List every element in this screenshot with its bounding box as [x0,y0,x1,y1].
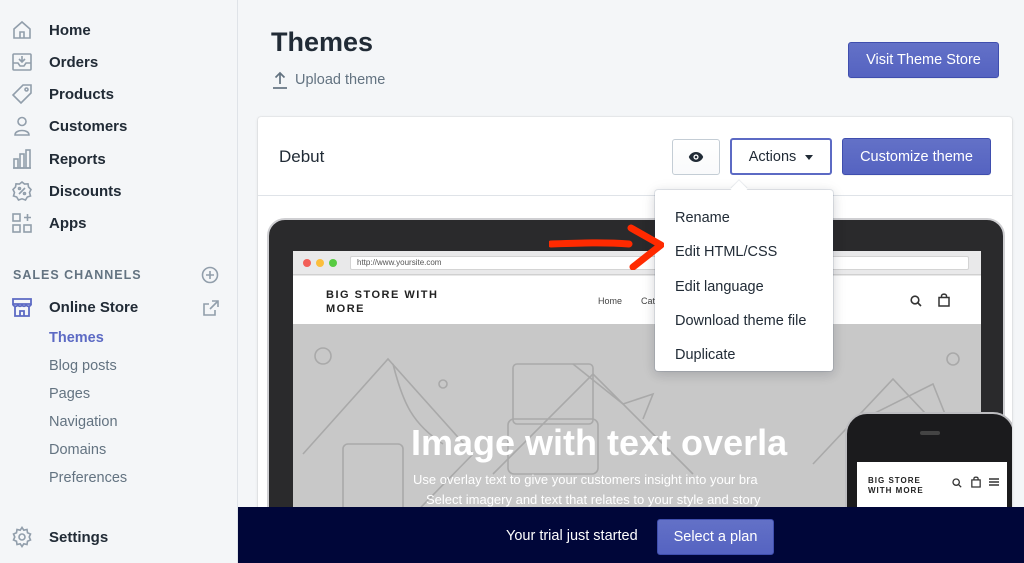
external-link-icon[interactable] [202,299,220,317]
phone-speaker [920,431,940,435]
sidebar-sub-domains[interactable]: Domains [49,442,106,458]
card-divider [258,195,1012,196]
maximize-dot-icon [329,259,337,267]
sidebar-item-customers[interactable]: Customers [0,111,238,141]
sidebar-item-discounts[interactable]: Discounts [0,176,238,206]
sidebar-item-label: Reports [49,150,106,168]
sidebar-sub-preferences[interactable]: Preferences [49,470,127,486]
upload-theme-link[interactable]: Upload theme [272,70,385,90]
preview-hero-subtitle-2: Select imagery and text that relates to … [426,492,761,507]
sidebar-item-label: Customers [49,117,128,135]
sidebar-item-settings[interactable]: Settings [0,522,238,552]
sidebar-sub-navigation[interactable]: Navigation [49,414,118,430]
actions-dropdown: Rename Edit HTML/CSS Edit language Downl… [655,190,833,371]
orders-icon [11,51,33,73]
sidebar-sub-blog-posts[interactable]: Blog posts [49,358,117,374]
phone-logo: BIG STORE WITH MORE [868,476,924,495]
sidebar-item-label: Home [49,21,91,39]
menu-item-edit-language[interactable]: Edit language [655,270,833,304]
preview-logo: BIG STORE WITH MORE [326,289,439,315]
menu-item-download-theme[interactable]: Download theme file [655,304,833,338]
phone-menu-icon [989,478,999,486]
trial-bar: Your trial just started Select a plan [238,507,1024,563]
sidebar-item-products[interactable]: Products [0,79,238,109]
actions-button[interactable]: Actions [730,138,832,175]
eye-icon [688,152,704,162]
upload-icon [273,71,287,89]
bar-chart-icon [11,148,33,170]
home-icon [11,19,33,41]
menu-item-edit-html-css[interactable]: Edit HTML/CSS [655,235,833,269]
theme-name: Debut [279,147,325,166]
sidebar-item-reports[interactable]: Reports [0,144,238,174]
person-icon [11,115,33,137]
preview-nav-catalog: Cat [641,296,656,306]
add-channel-icon[interactable] [201,266,219,284]
sidebar-item-label: Orders [49,53,99,71]
search-icon [910,295,922,307]
upload-theme-label: Upload theme [295,72,386,88]
sidebar-sub-pages[interactable]: Pages [49,386,90,402]
preview-button[interactable] [672,139,720,175]
sidebar-item-label: Discounts [49,182,122,200]
sidebar: Home Orders Products Customers Reports D… [0,0,238,563]
phone-preview: BIG STORE WITH MORE [845,412,1012,517]
close-dot-icon [303,259,311,267]
tag-icon [11,83,33,105]
sidebar-item-home[interactable]: Home [0,15,238,45]
bag-icon [938,293,950,307]
phone-search-icon [952,478,962,488]
sidebar-item-label: Products [49,85,115,103]
sidebar-item-orders[interactable]: Orders [0,47,238,77]
actions-label: Actions [748,148,797,165]
preview-nav-home: Home [598,296,623,306]
customize-theme-button[interactable]: Customize theme [842,138,991,175]
gear-icon [11,526,33,548]
discount-icon [11,180,33,202]
apps-icon [11,212,33,234]
annotation-arrow-icon [549,224,664,270]
store-icon [11,296,33,318]
sidebar-item-label: Online Store [49,298,139,316]
sidebar-item-label: Settings [49,528,109,546]
sidebar-item-label: Apps [49,214,87,232]
visit-theme-store-button[interactable]: Visit Theme Store [848,42,999,78]
sidebar-sub-themes[interactable]: Themes [49,330,104,346]
theme-card: Debut Actions Customize theme http://www… [258,117,1012,517]
preview-site-header: BIG STORE WITH MORE Home Cat [293,276,981,324]
menu-item-duplicate[interactable]: Duplicate [655,338,833,372]
menu-item-rename[interactable]: Rename [655,201,833,235]
trial-text: Your trial just started [506,528,638,544]
sidebar-item-apps[interactable]: Apps [0,208,238,238]
phone-bag-icon [971,476,981,488]
caret-down-icon [805,155,814,160]
page-title: Themes [271,27,374,57]
select-plan-button[interactable]: Select a plan [657,519,774,555]
preview-hero-title: Image with text overla [411,422,788,463]
preview-hero-subtitle: Use overlay text to give your customers … [413,472,758,487]
minimize-dot-icon [316,259,324,267]
sales-channels-title: SALES CHANNELS [13,268,142,282]
